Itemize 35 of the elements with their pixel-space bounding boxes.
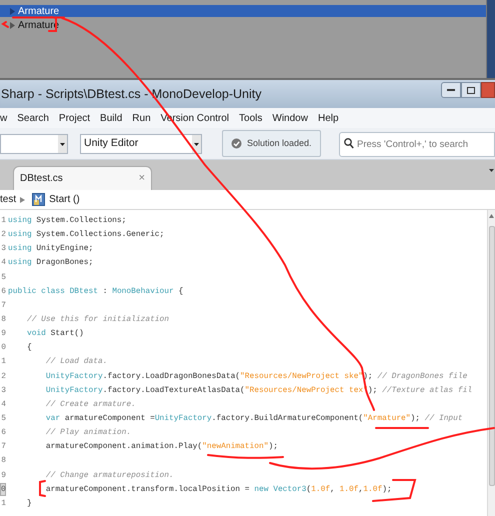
menu-item[interactable]: Help — [318, 110, 339, 126]
menu-item[interactable]: Window — [272, 110, 308, 126]
dropdown-caret-icon — [489, 168, 494, 173]
menu-item[interactable]: Tools — [239, 110, 262, 126]
menu-item[interactable]: w — [0, 110, 8, 126]
hierarchy-item[interactable]: Armature — [0, 5, 486, 17]
menu-item[interactable]: Project — [58, 110, 90, 126]
scrollbar[interactable] — [487, 210, 495, 516]
scrollbar-thumb[interactable] — [488, 226, 494, 486]
maximize-icon — [467, 86, 475, 94]
menu-item[interactable]: Run — [132, 110, 151, 126]
minimize-icon — [447, 88, 455, 92]
breadcrumb-class[interactable]: test — [0, 192, 16, 207]
search-field[interactable]: Press 'Control+,' to search — [339, 132, 495, 157]
method-icon — [32, 193, 46, 206]
minimize-button[interactable] — [441, 82, 461, 98]
menu-item[interactable]: Build — [100, 110, 122, 126]
maximize-button[interactable] — [461, 82, 481, 98]
bracket-mark — [1, 21, 9, 28]
check-icon — [231, 138, 242, 149]
dropdown-caret-icon — [58, 134, 67, 152]
underline-mark — [375, 427, 429, 429]
bracket-mark — [39, 480, 46, 497]
status-text: Solution loaded. — [247, 136, 312, 150]
underline-mark — [12, 16, 65, 18]
breadcrumb-method[interactable]: Start () — [49, 192, 80, 207]
chevron-right-icon — [20, 196, 26, 202]
target-dropdown[interactable]: Unity Editor — [80, 134, 202, 154]
search-icon — [344, 138, 354, 149]
file-tab[interactable]: DBtest.cs × — [13, 166, 152, 190]
scroll-up-icon — [489, 214, 494, 218]
window-title: Sharp - Scripts\DBtest.cs - MonoDevelop-Unity — [0, 86, 262, 103]
configuration-dropdown[interactable] — [0, 134, 68, 154]
menu-item[interactable]: Search — [17, 110, 49, 126]
dropdown-caret-icon — [192, 134, 201, 152]
